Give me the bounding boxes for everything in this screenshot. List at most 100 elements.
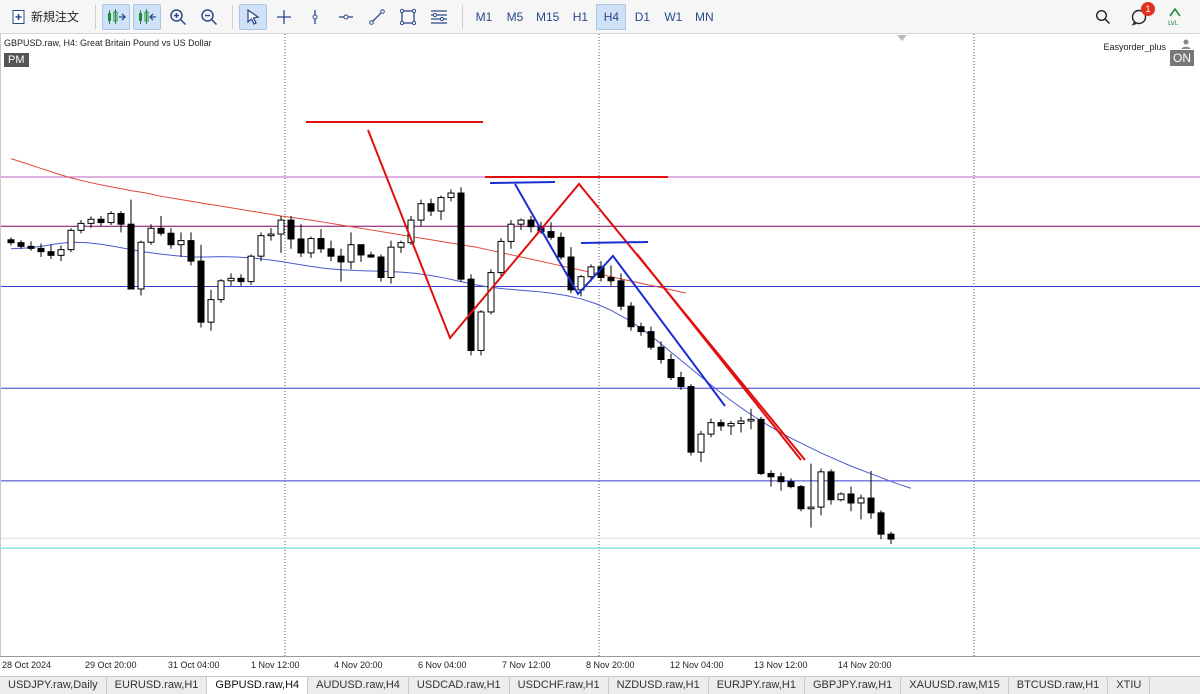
indicator-lines-icon [431,9,448,24]
bearish-candle [607,277,615,282]
bearish-candle [367,254,375,258]
chart-tabs: USDJPY.raw,Daily EURUSD.raw,H1 GBPUSD.ra… [0,676,1200,694]
chart-tab[interactable]: NZDUSD.raw,H1 [609,677,709,694]
new-order-button[interactable]: 新規注文 [4,4,86,30]
search-button[interactable] [1089,4,1117,30]
new-order-icon [12,9,25,24]
chart-tab[interactable]: XTIU [1108,677,1151,694]
bearish-candle [667,359,675,379]
vertical-line-button[interactable] [301,4,329,30]
bearish-candle [327,248,335,257]
bearish-candle [97,218,105,224]
bearish-candle [297,238,305,254]
bullish-candle [277,219,285,235]
bearish-candle [427,203,435,212]
bearish-candle [627,305,635,328]
bullish-candle [147,227,155,243]
chart-tab[interactable]: USDJPY.raw,Daily [0,677,107,694]
blue-level-line [580,241,649,244]
timeframe-m5[interactable]: M5 [500,4,530,30]
chart-tab[interactable]: USDCAD.raw,H1 [409,677,510,694]
bullish-candle [177,240,185,246]
cursor-button[interactable] [239,3,268,30]
bullish-candle [747,418,755,422]
trendline-icon [369,8,385,25]
timeframe-group: M1 M5 M15 H1 H4 D1 W1 MN [469,3,720,30]
chart-area[interactable] [0,34,1200,656]
bearish-candle [547,231,555,238]
zoom-out-icon [201,8,218,25]
timeframe-h1[interactable]: H1 [565,4,595,30]
signal-level-button[interactable]: LVL [1161,4,1189,30]
bullish-candle [257,235,265,257]
bearish-candle [717,422,725,427]
horizontal-line-icon [339,14,354,19]
vertical-line-icon [312,9,318,24]
timeframe-m15[interactable]: M15 [531,4,564,30]
bullish-candle [477,311,485,351]
chart-title: GBPUSD.raw, H4: Great Britain Pound vs U… [4,38,212,48]
bullish-candle [107,213,115,224]
horizontal-line-button[interactable] [332,4,360,30]
chart-tab[interactable]: GBPJPY.raw,H1 [805,677,902,694]
price-chart[interactable] [1,34,1200,656]
bearish-candle [757,418,765,474]
bullish-candle [837,493,845,501]
bearish-candle [827,471,835,501]
chart-shift-icon [139,8,157,24]
bearish-candle [457,192,465,280]
bearish-candle [287,219,295,240]
search-icon [1095,9,1110,24]
zoom-in-button[interactable] [164,4,192,30]
toolbar-divider [95,4,97,29]
chart-tab[interactable]: EURJPY.raw,H1 [709,677,805,694]
chart-tab[interactable]: USDCHF.raw,H1 [510,677,609,694]
notification-badge: 1 [1141,2,1155,16]
x-tick-label: 6 Nov 04:00 [418,660,467,670]
x-tick-label: 12 Nov 04:00 [670,660,724,670]
chart-tab-active[interactable]: GBPUSD.raw,H4 [207,677,309,694]
chart-tab[interactable]: AUDUSD.raw,H4 [308,677,409,694]
bearish-candle [797,486,805,510]
chart-tab[interactable]: XAUUSD.raw,M15 [901,677,1009,694]
bullish-candle [87,218,95,224]
bullish-candle [267,233,275,237]
timeframe-d1[interactable]: D1 [627,4,657,30]
timeframe-h4[interactable]: H4 [596,3,627,30]
timeframe-mn[interactable]: MN [689,4,719,30]
new-order-label: 新規注文 [31,10,80,24]
chart-tab[interactable]: BTCUSD.raw,H1 [1009,677,1109,694]
shapes-button[interactable] [394,4,422,30]
bullish-candle [77,222,85,231]
bearish-candle [187,240,195,262]
bullish-candle [227,277,235,282]
bearish-candle [787,481,795,488]
indicators-button[interactable] [425,4,453,30]
autoscroll-button[interactable] [102,3,131,30]
bullish-candle [387,246,395,279]
notifications-button[interactable]: 1 [1125,2,1155,30]
bullish-candle [737,420,745,424]
timeframe-m1[interactable]: M1 [469,4,499,30]
crosshair-button[interactable] [270,4,298,30]
trendline-button[interactable] [363,4,391,30]
bearish-candle [637,326,645,333]
bearish-candle [677,377,685,388]
bullish-candle [397,242,405,248]
svg-text:LVL: LVL [1168,20,1179,27]
bullish-candle [587,266,595,278]
bullish-candle [807,506,815,510]
bearish-candle [197,260,205,323]
bearish-candle [167,232,175,246]
bearish-candle [357,244,365,256]
x-tick-label: 31 Oct 04:00 [168,660,220,670]
bearish-candle [767,472,775,478]
timeframe-w1[interactable]: W1 [658,4,688,30]
zoom-out-button[interactable] [195,4,223,30]
chart-shift-button[interactable] [133,3,162,30]
chart-tab[interactable]: EURUSD.raw,H1 [107,677,208,694]
session-label: PM [4,53,29,67]
rectangle-shape-icon [399,8,417,25]
x-tick-label: 29 Oct 20:00 [85,660,137,670]
zoom-in-icon [170,8,187,25]
